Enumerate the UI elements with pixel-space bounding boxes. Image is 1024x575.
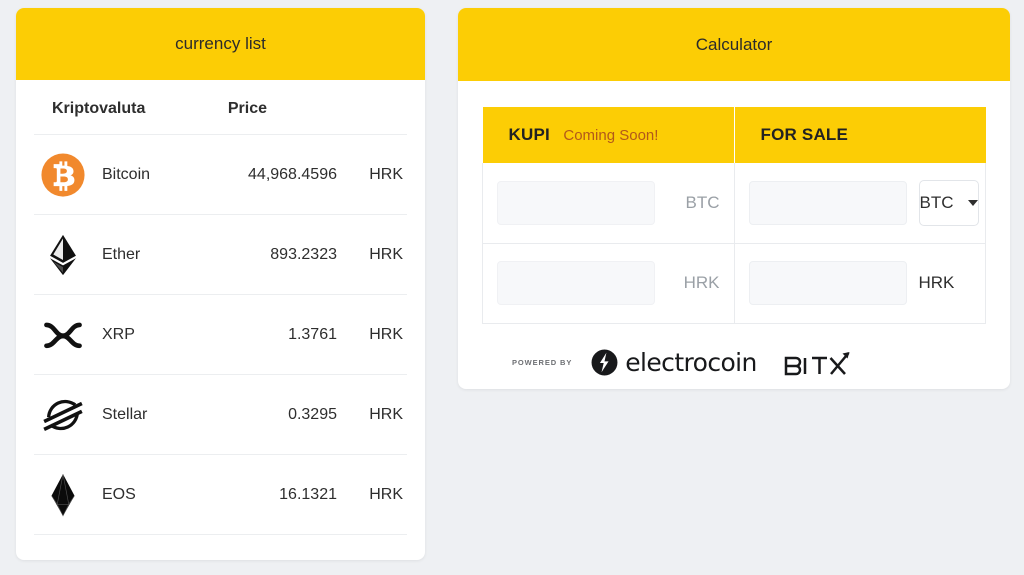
calculator-footer: POWERED BY electrocoin — [482, 324, 986, 380]
sell-crypto-amount-input[interactable] — [748, 180, 907, 225]
currency-list-title: currency list — [16, 8, 425, 80]
chevron-down-icon — [967, 199, 978, 206]
buy-fiat-inner: HRK — [497, 261, 722, 305]
coin-price: 0.3295 — [176, 374, 343, 455]
coin-name: XRP — [94, 294, 177, 375]
electrocoin-bolt-icon — [591, 349, 618, 376]
currency-table-header-row: Kriptovaluta Price — [34, 80, 407, 135]
coming-soon-badge: Coming Soon! — [563, 127, 659, 144]
stellar-icon — [43, 399, 83, 431]
electrocoin-wordmark: electrocoin — [625, 348, 757, 377]
calculator-table-head: KUPI Coming Soon! FOR SALE — [482, 107, 986, 163]
column-header-kriptovaluta: Kriptovaluta — [34, 80, 177, 135]
table-row[interactable]: Bitcoin 44,968.4596 HRK — [34, 134, 407, 215]
buy-crypto-cell: BTC — [482, 163, 735, 244]
buy-crypto-unit-label: BTC — [685, 192, 720, 212]
coin-price: 16.1321 — [176, 454, 343, 535]
table-row[interactable]: Ether 893.2323 HRK — [34, 214, 407, 295]
coin-icon-cell — [34, 454, 94, 535]
column-header-unit — [343, 80, 407, 135]
buy-fiat-amount-input[interactable] — [497, 261, 655, 305]
table-row[interactable]: XRP 1.3761 HRK — [34, 294, 407, 375]
calculator-crypto-row: BTC BTC — [482, 163, 986, 244]
currency-table-body: Bitcoin 44,968.4596 HRK Ether 893.2323 HRK XRP… — [34, 134, 407, 535]
calculator-card: Calculator KUPI Coming Soon! FOR SALE BT… — [458, 8, 1010, 389]
coin-icon-cell — [34, 294, 94, 375]
sell-currency-selected-value: BTC — [919, 192, 954, 212]
calculator-fiat-row: HRK HRK — [482, 243, 986, 324]
currency-list-body: Kriptovaluta Price Bitcoin 44,968.4596 HRK… — [16, 80, 425, 535]
buy-fiat-cell: HRK — [482, 243, 735, 324]
coin-name: EOS — [94, 454, 177, 535]
coin-icon-cell — [34, 374, 94, 455]
electrocoin-logo: electrocoin — [591, 348, 757, 377]
currency-list-card: currency list Kriptovaluta Price Bitcoin… — [16, 8, 425, 560]
coin-name: Stellar — [94, 374, 177, 455]
bitcoin-icon — [41, 152, 85, 197]
buy-crypto-inner: BTC — [497, 180, 722, 225]
eos-icon — [51, 473, 75, 517]
sell-crypto-inner: BTC — [748, 179, 979, 226]
sell-fiat-cell: HRK — [733, 243, 986, 324]
sell-crypto-cell: BTC — [733, 163, 986, 244]
calculator-header-row: KUPI Coming Soon! FOR SALE — [482, 107, 986, 163]
calculator-title: Calculator — [458, 8, 1010, 81]
currency-table: Kriptovaluta Price Bitcoin 44,968.4596 HRK… — [34, 80, 407, 535]
calculator-table: KUPI Coming Soon! FOR SALE BTC BTC HRK H… — [482, 107, 986, 324]
coin-name: Bitcoin — [94, 134, 177, 215]
coin-name: Ether — [94, 214, 177, 295]
coin-unit: HRK — [343, 454, 407, 535]
powered-by-label: POWERED BY — [512, 358, 573, 367]
sell-fiat-unit-label: HRK — [918, 273, 955, 292]
buy-crypto-amount-input[interactable] — [497, 180, 655, 225]
coin-icon-cell — [34, 214, 94, 295]
table-row[interactable]: EOS 16.1321 HRK — [34, 454, 407, 535]
coin-price: 44,968.4596 — [176, 134, 343, 215]
coin-unit: HRK — [343, 214, 407, 295]
bitx-logo-icon — [784, 351, 850, 375]
page-root: currency list Kriptovaluta Price Bitcoin… — [0, 0, 1024, 575]
coin-icon-cell — [34, 134, 94, 215]
sell-fiat-amount-input[interactable] — [748, 261, 907, 305]
coin-price: 893.2323 — [176, 214, 343, 295]
column-header-price: Price — [176, 80, 343, 135]
buy-label: KUPI — [508, 125, 550, 144]
xrp-icon — [44, 322, 82, 348]
buy-fiat-unit-wrap: HRK — [667, 273, 722, 293]
sell-fiat-inner: HRK — [748, 261, 974, 305]
sell-column-header: FOR SALE — [734, 107, 986, 163]
coin-unit: HRK — [343, 374, 407, 455]
currency-table-head: Kriptovaluta Price — [34, 80, 407, 135]
coin-price: 1.3761 — [176, 294, 343, 375]
ethereum-icon — [50, 234, 76, 275]
sell-currency-select[interactable]: BTC — [918, 179, 979, 226]
buy-crypto-unit-wrap: BTC — [667, 193, 722, 213]
buy-column-header: KUPI Coming Soon! — [482, 107, 735, 163]
coin-unit: HRK — [343, 294, 407, 375]
calculator-body: KUPI Coming Soon! FOR SALE BTC BTC HRK H… — [458, 81, 1010, 380]
table-row[interactable]: Stellar 0.3295 HRK — [34, 374, 407, 455]
buy-fiat-unit-label: HRK — [683, 273, 720, 292]
coin-unit: HRK — [343, 134, 407, 215]
sell-label: FOR SALE — [760, 125, 849, 144]
calculator-table-body: BTC BTC HRK HRK — [482, 163, 986, 324]
